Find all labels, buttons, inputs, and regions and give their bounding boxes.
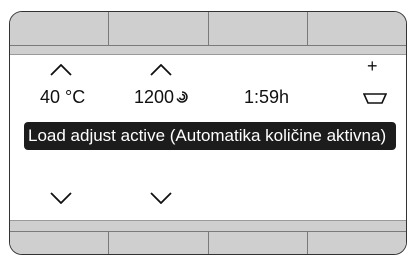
temperature-value: 40 °C xyxy=(40,87,86,107)
appliance-display-panel: 40 °C 1200 1:59h + Load adjust active (A… xyxy=(9,11,407,255)
bottom-softkey-1[interactable] xyxy=(10,231,110,254)
top-softkey-1[interactable] xyxy=(10,12,110,46)
top-softkey-2[interactable] xyxy=(109,12,209,46)
top-divider-strip xyxy=(10,46,406,55)
bottom-softkey-row xyxy=(10,231,406,254)
temperature-up-chevron-icon[interactable] xyxy=(50,64,72,76)
duration-value: 1:59h xyxy=(244,87,290,107)
bottom-softkey-2[interactable] xyxy=(109,231,209,254)
spin-up-chevron-icon[interactable] xyxy=(150,64,172,76)
top-softkey-3[interactable] xyxy=(208,12,308,46)
spin-speed-value: 1200 xyxy=(134,87,175,107)
spin-speed-display: 1200 xyxy=(134,86,189,108)
temperature-down-chevron-icon[interactable] xyxy=(50,192,72,204)
bottom-softkey-4[interactable] xyxy=(307,231,406,254)
bottom-divider-strip xyxy=(10,220,406,231)
spin-down-chevron-icon[interactable] xyxy=(150,192,172,204)
bottom-softkey-3[interactable] xyxy=(208,231,308,254)
top-softkey-row xyxy=(10,12,406,46)
load-basket-icon xyxy=(362,91,388,105)
load-plus-button[interactable]: + xyxy=(367,56,378,76)
status-banner: Load adjust active (Automatika količine … xyxy=(24,122,396,150)
spin-icon xyxy=(175,87,189,109)
top-softkey-4[interactable] xyxy=(307,12,406,46)
